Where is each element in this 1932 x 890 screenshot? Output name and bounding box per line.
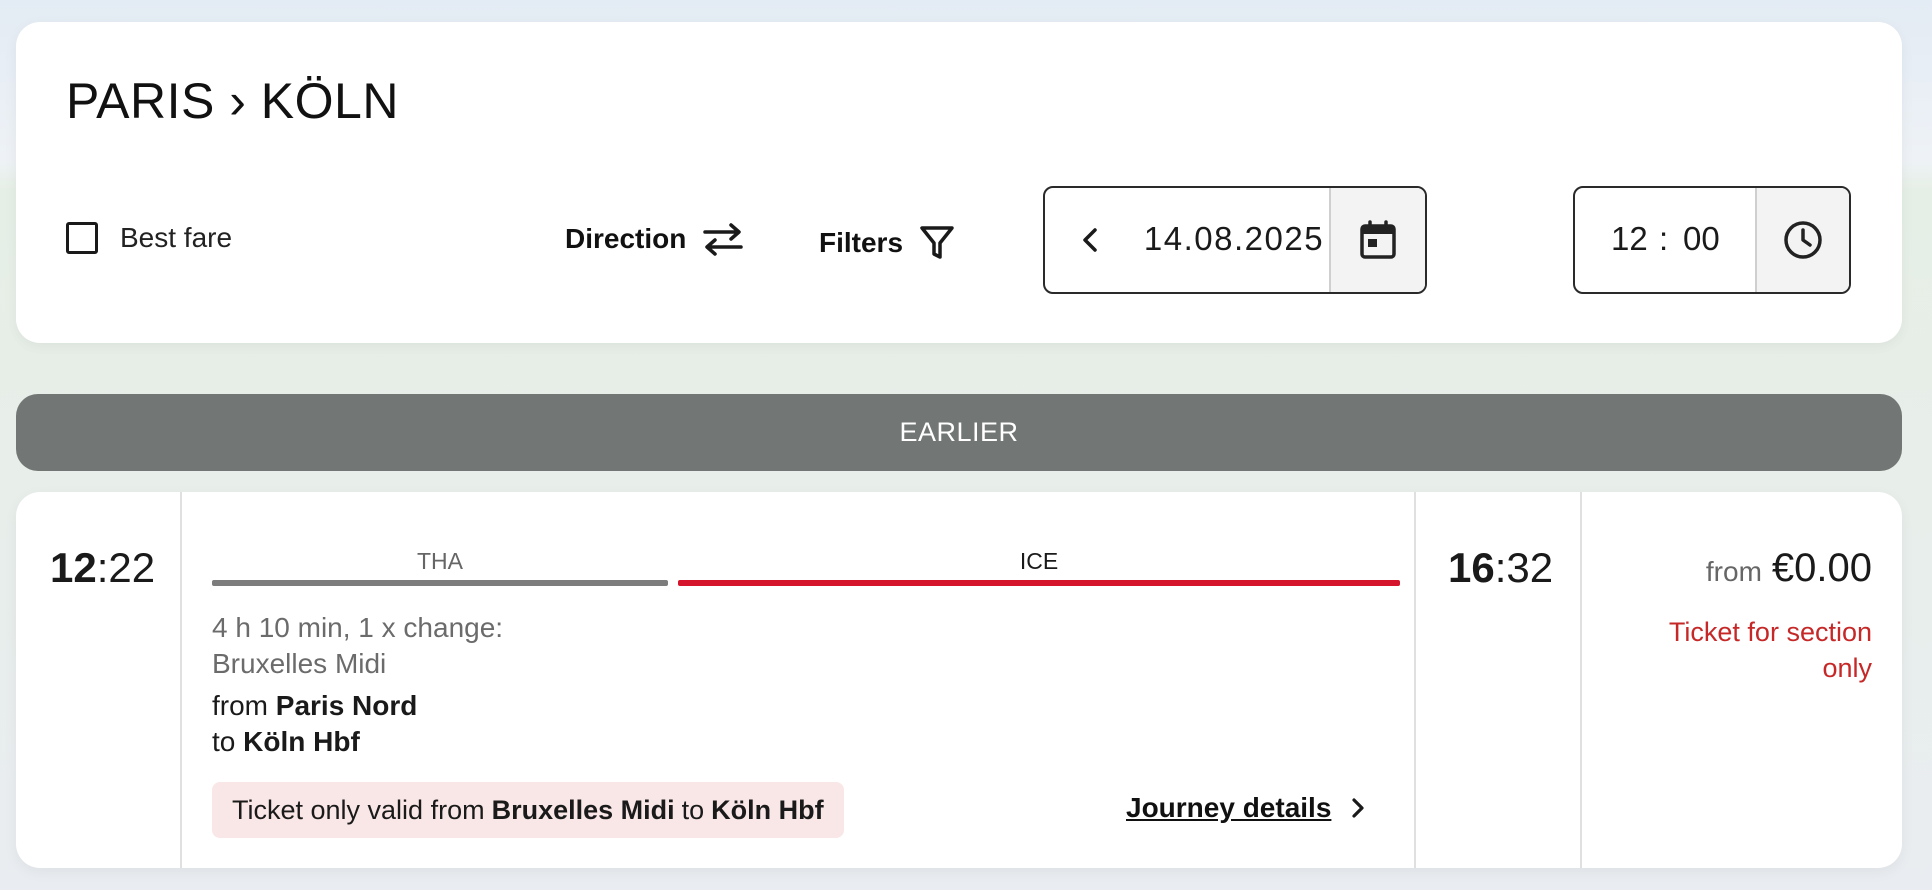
departure-minute: :22 bbox=[96, 544, 156, 591]
arrival-minute: :32 bbox=[1494, 544, 1554, 591]
destination-station: Köln Hbf bbox=[243, 726, 360, 757]
origin-station: Paris Nord bbox=[275, 690, 418, 721]
segment-bar-tha bbox=[212, 580, 668, 586]
date-input[interactable]: 14.08.2025 bbox=[1135, 220, 1333, 258]
route-title: PARIS › KÖLN bbox=[66, 73, 399, 129]
funnel-icon bbox=[920, 226, 954, 259]
notice-from-station: Bruxelles Midi bbox=[491, 794, 675, 825]
best-fare-label: Best fare bbox=[120, 222, 233, 253]
clock-button[interactable] bbox=[1755, 188, 1849, 292]
clock-icon bbox=[1784, 221, 1822, 259]
divider bbox=[180, 492, 182, 868]
search-card: PARIS › KÖLN Best fare Direction Filters… bbox=[16, 22, 1902, 343]
divider bbox=[1580, 492, 1582, 868]
segment-label-tha: THA bbox=[417, 548, 463, 574]
best-fare-checkbox[interactable] bbox=[66, 222, 98, 254]
segment-bar-ice bbox=[678, 580, 1400, 586]
notice-to-station: Köln Hbf bbox=[711, 794, 824, 825]
price-note: Ticket for section only bbox=[1668, 617, 1872, 683]
journey-summary: 4 h 10 min, 1 x change: Bruxelles Midi bbox=[212, 610, 503, 682]
swap-arrows-icon bbox=[703, 223, 744, 256]
time-hour-input[interactable]: 12 bbox=[1611, 220, 1648, 258]
connection-card[interactable]: 12:22 THA ICE 4 h 10 min, 1 x change: Br… bbox=[16, 492, 1902, 868]
direction-label: Direction bbox=[565, 223, 687, 254]
filters-label: Filters bbox=[819, 227, 904, 258]
duration-changes: 4 h 10 min, 1 x change: bbox=[212, 612, 504, 643]
divider bbox=[1414, 492, 1416, 868]
price-amount: €0.00 bbox=[1771, 546, 1872, 590]
calendar-button[interactable] bbox=[1329, 188, 1425, 292]
validity-notice: Ticket only valid from Bruxelles Midi to… bbox=[212, 782, 844, 838]
time-picker: 12 : 00 bbox=[1573, 186, 1851, 294]
change-station: Bruxelles Midi bbox=[212, 648, 387, 679]
departure-time: 12:22 bbox=[50, 544, 155, 592]
time-minute-input[interactable]: 00 bbox=[1683, 220, 1720, 258]
best-fare-toggle[interactable]: Best fare bbox=[66, 222, 232, 254]
earlier-button[interactable]: EARLIER bbox=[16, 394, 1902, 471]
chevron-left-icon[interactable] bbox=[1075, 224, 1107, 256]
arrival-time: 16:32 bbox=[1448, 544, 1553, 592]
filters-button[interactable]: Filters bbox=[819, 224, 955, 262]
time-separator: : bbox=[1659, 220, 1669, 257]
segment-label-ice: ICE bbox=[1019, 548, 1059, 574]
date-picker: 14.08.2025 bbox=[1043, 186, 1427, 294]
departure-hour: 12 bbox=[50, 544, 97, 591]
origin-line: from Paris Nord bbox=[212, 690, 417, 722]
arrival-hour: 16 bbox=[1448, 544, 1495, 591]
chevron-right-icon bbox=[1352, 798, 1365, 818]
calendar-icon bbox=[1360, 220, 1396, 259]
notice-middle: to bbox=[681, 794, 705, 825]
to-prefix: to bbox=[212, 726, 236, 757]
direction-button[interactable]: Direction bbox=[565, 222, 744, 256]
price: from €0.00 bbox=[1706, 546, 1872, 591]
journey-details-label: Journey details bbox=[1126, 792, 1332, 823]
destination-line: to Köln Hbf bbox=[212, 726, 360, 758]
journey-details-link[interactable]: Journey details bbox=[1126, 792, 1367, 824]
price-prefix: from bbox=[1705, 556, 1762, 587]
notice-prefix: Ticket only valid from bbox=[232, 794, 485, 825]
from-prefix: from bbox=[212, 690, 268, 721]
